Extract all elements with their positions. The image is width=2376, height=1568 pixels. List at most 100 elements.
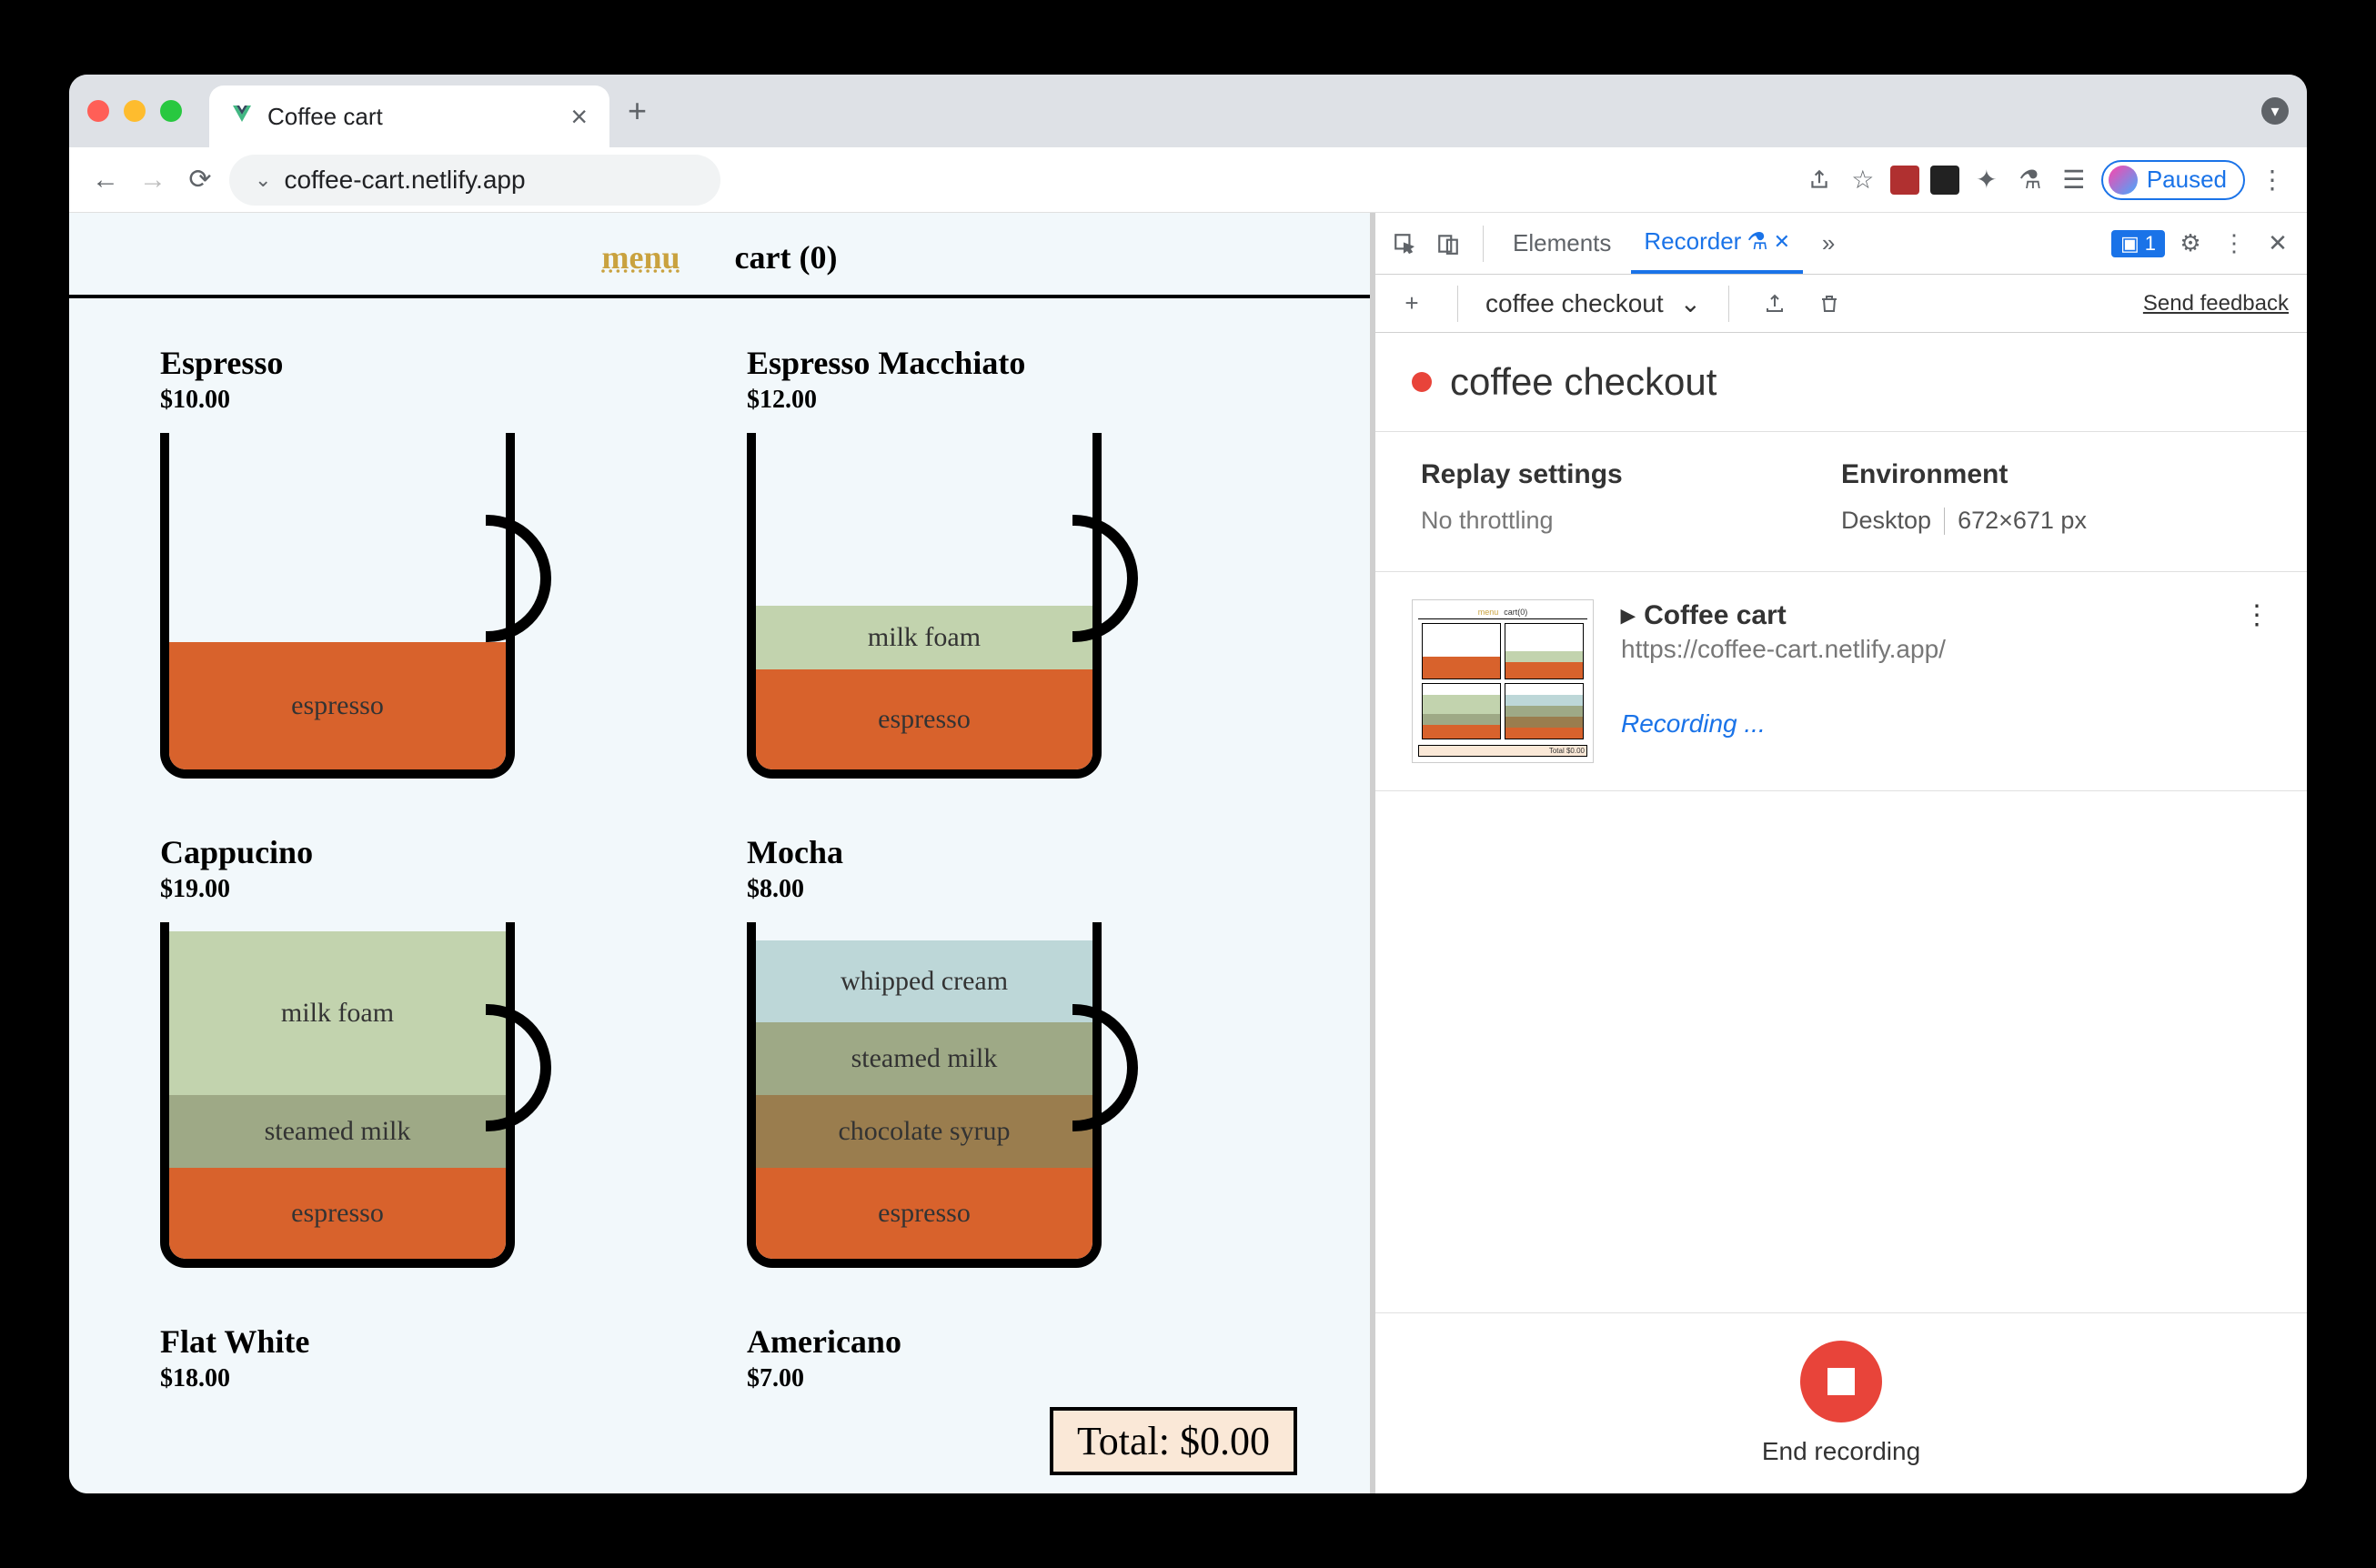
- delete-icon[interactable]: [1811, 286, 1847, 322]
- back-button[interactable]: ←: [87, 162, 124, 198]
- close-panel-icon[interactable]: ✕: [1774, 230, 1790, 254]
- reading-list-icon[interactable]: ☰: [2058, 164, 2090, 196]
- product-price: $12.00: [747, 386, 1279, 415]
- replay-settings-col[interactable]: Replay settings No throttling: [1421, 459, 1841, 535]
- throttling-value: No throttling: [1421, 507, 1841, 535]
- window-controls: [87, 100, 182, 122]
- close-window-button[interactable]: [87, 100, 109, 122]
- bookmark-icon[interactable]: ☆: [1847, 164, 1879, 196]
- step-url: https://coffee-cart.netlify.app/: [1621, 635, 2216, 664]
- cup-body: whipped creamsteamed milkchocolate syrup…: [747, 922, 1102, 1268]
- forward-button[interactable]: →: [135, 162, 171, 198]
- recording-title-row: coffee checkout: [1375, 333, 2307, 432]
- tab-elements[interactable]: Elements: [1500, 213, 1624, 274]
- expand-caret-icon[interactable]: ▸: [1621, 599, 1635, 631]
- end-recording-label: End recording: [1762, 1437, 1920, 1466]
- recording-step[interactable]: menucart(0) Total $0.00 ▸ Coffee cart ht…: [1375, 572, 2307, 791]
- send-feedback-link[interactable]: Send feedback: [2143, 291, 2289, 317]
- step-thumbnail: menucart(0) Total $0.00: [1412, 599, 1594, 763]
- tab-title: Coffee cart: [267, 103, 556, 131]
- product-name: Flat White: [160, 1322, 692, 1361]
- step-menu-icon[interactable]: ⋮: [2243, 599, 2270, 763]
- replay-settings-heading: Replay settings: [1421, 459, 1841, 490]
- cup-body: espresso: [160, 433, 515, 779]
- cup-body: milk foamsteamed milkespresso: [160, 922, 515, 1268]
- settings-gear-icon[interactable]: ⚙: [2172, 226, 2209, 262]
- more-tabs-icon[interactable]: »: [1810, 226, 1847, 262]
- cup-layer: espresso: [756, 669, 1092, 769]
- product-name: Mocha: [747, 833, 1279, 871]
- cup-layer: espresso: [169, 1168, 506, 1259]
- extension-1-icon[interactable]: [1890, 166, 1919, 195]
- product-card[interactable]: Flat White$18.00: [160, 1322, 692, 1393]
- new-tab-button[interactable]: +: [628, 92, 647, 130]
- environment-col[interactable]: Environment Desktop 672×671 px: [1841, 459, 2261, 535]
- coffee-cup: espresso: [160, 433, 551, 788]
- minimize-window-button[interactable]: [124, 100, 146, 122]
- coffee-cup: milk foamespresso: [747, 433, 1138, 788]
- recording-status: Recording ...: [1621, 709, 2216, 739]
- close-devtools-icon[interactable]: ✕: [2260, 226, 2296, 262]
- vue-favicon-icon: [231, 103, 253, 131]
- env-size: 672×671 px: [1958, 507, 2087, 535]
- share-icon[interactable]: [1803, 164, 1836, 196]
- more-options-icon[interactable]: ⋮: [2216, 226, 2252, 262]
- total-box[interactable]: Total: $0.00: [1050, 1407, 1297, 1475]
- export-icon[interactable]: [1757, 286, 1793, 322]
- inspect-element-icon[interactable]: [1386, 226, 1423, 262]
- cup-handle: [486, 515, 551, 642]
- tab-recorder[interactable]: Recorder ⚗ ✕: [1631, 213, 1803, 274]
- address-bar: ← → ⟳ ⌄ coffee-cart.netlify.app ☆ ✦ ⚗ ☰ …: [69, 147, 2307, 213]
- url-field[interactable]: ⌄ coffee-cart.netlify.app: [229, 155, 720, 206]
- device-toggle-icon[interactable]: [1430, 226, 1466, 262]
- browser-tab[interactable]: Coffee cart ×: [209, 85, 609, 147]
- cup-handle: [1072, 1004, 1138, 1131]
- profile-paused-badge[interactable]: Paused: [2101, 160, 2245, 200]
- content-row: menu cart (0) Espresso$10.00espressoEspr…: [69, 213, 2307, 1493]
- cup-handle: [1072, 515, 1138, 642]
- product-card[interactable]: Cappucino$19.00milk foamsteamed milkespr…: [160, 833, 692, 1277]
- tab-strip: Coffee cart × + ▾: [69, 75, 2307, 147]
- devtools-panel: Elements Recorder ⚗ ✕ » ▣ 1 ⚙ ⋮ ✕ +: [1370, 213, 2307, 1493]
- chat-icon: ▣: [2120, 232, 2139, 256]
- cup-layer: milk foam: [756, 606, 1092, 669]
- stop-icon: [1827, 1368, 1855, 1395]
- site-info-icon[interactable]: ⌄: [255, 168, 271, 192]
- product-card[interactable]: Mocha$8.00whipped creamsteamed milkchoco…: [747, 833, 1279, 1277]
- product-grid: Espresso$10.00espressoEspresso Macchiato…: [69, 298, 1370, 1439]
- page-viewport: menu cart (0) Espresso$10.00espressoEspr…: [69, 213, 1370, 1493]
- new-recording-icon[interactable]: +: [1394, 286, 1430, 322]
- flask-icon: ⚗: [1747, 227, 1767, 256]
- env-device: Desktop: [1841, 507, 1931, 535]
- close-tab-icon[interactable]: ×: [570, 100, 588, 134]
- product-card[interactable]: Espresso$10.00espresso: [160, 344, 692, 788]
- product-card[interactable]: Americano$7.00: [747, 1322, 1279, 1393]
- reload-button[interactable]: ⟳: [182, 162, 218, 198]
- product-card[interactable]: Espresso Macchiato $12.00 milk foamespress…: [747, 344, 1279, 788]
- product-price: $10.00: [160, 386, 692, 415]
- recording-selector[interactable]: coffee checkout ⌄: [1485, 288, 1701, 318]
- cup-layer: whipped cream: [756, 940, 1092, 1022]
- issues-badge[interactable]: ▣ 1: [2111, 230, 2165, 257]
- nav-menu-link[interactable]: menu: [602, 238, 680, 276]
- maximize-window-button[interactable]: [160, 100, 182, 122]
- end-recording-button[interactable]: [1800, 1341, 1882, 1422]
- labs-flask-icon[interactable]: ⚗: [2014, 164, 2047, 196]
- product-price: $7.00: [747, 1364, 1279, 1393]
- page-nav: menu cart (0): [69, 213, 1370, 298]
- step-title: Coffee cart: [1644, 600, 1787, 631]
- extension-2-icon[interactable]: [1930, 166, 1959, 195]
- paused-label: Paused: [2147, 166, 2227, 194]
- coffee-cup: milk foamsteamed milkespresso: [160, 922, 551, 1277]
- cup-body: milk foamespresso: [747, 433, 1102, 779]
- avatar-icon: [2109, 166, 2138, 195]
- product-name: Cappucino: [160, 833, 692, 871]
- cup-layer: steamed milk: [756, 1022, 1092, 1095]
- extensions-puzzle-icon[interactable]: ✦: [1970, 164, 2003, 196]
- product-name: Espresso Macchiato: [747, 344, 1279, 382]
- recording-settings: Replay settings No throttling Environmen…: [1375, 432, 2307, 572]
- tab-search-icon[interactable]: ▾: [2261, 97, 2289, 125]
- nav-cart-link[interactable]: cart (0): [735, 238, 838, 276]
- chrome-menu-icon[interactable]: ⋮: [2256, 164, 2289, 196]
- cup-layer: steamed milk: [169, 1095, 506, 1168]
